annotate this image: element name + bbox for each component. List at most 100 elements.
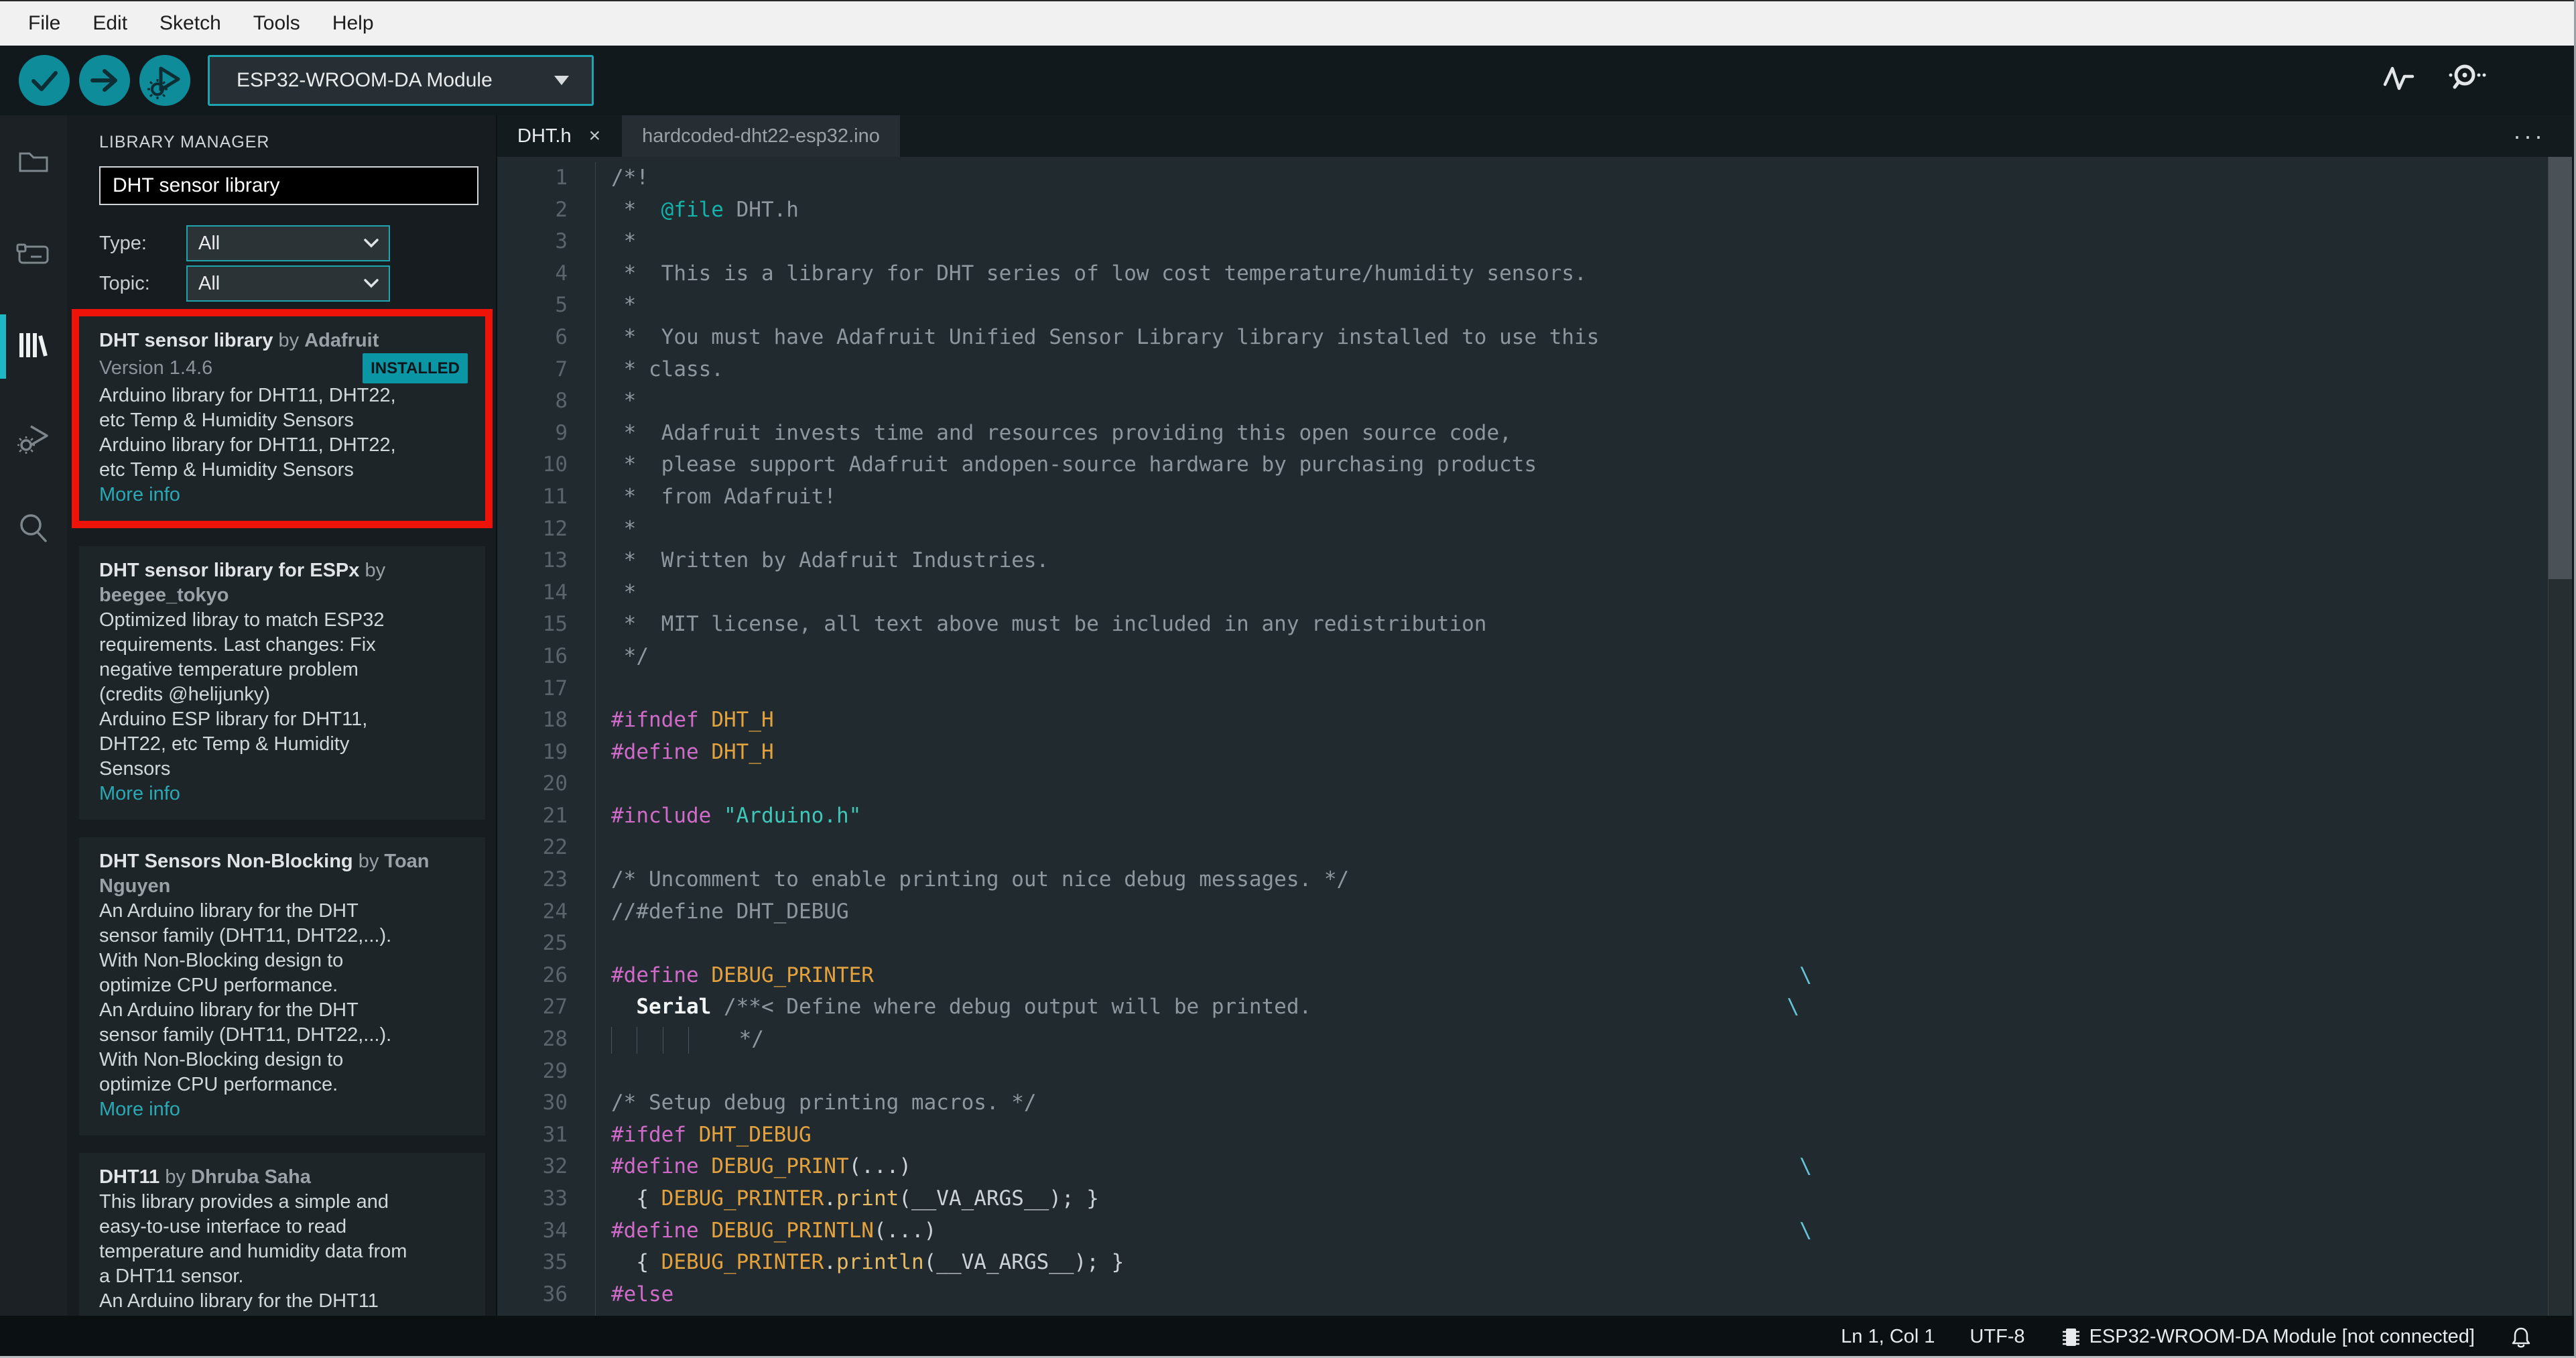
line-number: 25 (542, 931, 568, 956)
verify-button[interactable] (19, 55, 70, 106)
tab-dht-h[interactable]: DHT.h × (497, 115, 621, 157)
menu-item-tools[interactable]: Tools (237, 12, 316, 35)
library-entry[interactable]: DHT sensor library for ESPx by beegee_to… (79, 546, 485, 820)
scrollbar-thumb[interactable] (2549, 157, 2572, 579)
library-description-line: negative temperature problem (99, 659, 359, 680)
line-number: 3 (555, 229, 568, 254)
library-search-input[interactable] (99, 166, 478, 205)
sidebar-item-debug[interactable] (0, 391, 67, 483)
tab-hardcoded-dht22-esp32-ino[interactable]: hardcoded-dht22-esp32.ino (622, 115, 900, 157)
magnifier-icon (20, 513, 47, 542)
library-entry[interactable]: DHT11 by Dhruba Saha This library provide… (79, 1153, 485, 1316)
board-selector[interactable]: ESP32-WROOM-DA Module (208, 55, 594, 106)
menu-item-edit[interactable]: Edit (76, 12, 143, 35)
library-description-line: sensor family (DHT11, DHT22,...). (99, 1024, 392, 1046)
arrow-right-icon (90, 69, 117, 92)
code-line: 14 * (497, 576, 2551, 609)
debug-icon (147, 66, 180, 99)
menu-item-help[interactable]: Help (316, 12, 390, 35)
code-line: 13 * Written by Adafruit Industries. (497, 545, 2551, 577)
sidebar-item-library-manager[interactable] (0, 299, 67, 391)
line-number: 35 (542, 1250, 568, 1275)
sidebar-item-sketchbook[interactable] (0, 115, 67, 207)
code-line: 33 { DEBUG_PRINTER.print(__VA_ARGS__); } (497, 1183, 2551, 1215)
library-entry[interactable]: DHT Sensors Non-Blocking by Toan Nguyen A… (79, 837, 485, 1135)
notifications-bell-icon[interactable] (2510, 1324, 2532, 1350)
code-line: 30/* Setup debug printing macros. */ (497, 1087, 2551, 1119)
library-description-line: DHT22, etc Temp & Humidity (99, 733, 350, 755)
library-description-line: Optimized libray to match ESP32 (99, 609, 385, 631)
code-line: 28 */ (497, 1024, 2551, 1056)
line-number: 32 (542, 1154, 568, 1179)
library-description-line: Arduino library for DHT11, DHT22, (99, 385, 396, 406)
line-number: 24 (542, 899, 568, 924)
library-description-line: optimize CPU performance. (99, 1074, 338, 1095)
library-entry[interactable]: DHT sensor library by Adafruit Version 1.… (79, 316, 485, 521)
code-editor[interactable]: 1/*! 2 * @file DHT.h 3 * 4 * This is a libr… (497, 157, 2551, 1316)
type-filter-select[interactable]: All (186, 225, 390, 261)
status-bar: Ln 1, Col 1 UTF-8 ESP32-WROOM-DA Module … (0, 1316, 2574, 1356)
toolbar: ESP32-WROOM-DA Module (0, 46, 2574, 115)
line-number: 2 (555, 197, 568, 222)
library-description-line: easy-to-use interface to read (99, 1216, 347, 1237)
code-line: 4 * This is a library for DHT series of … (497, 257, 2551, 290)
serial-plotter-icon[interactable] (2381, 60, 2416, 95)
library-description-line: requirements. Last changes: Fix (99, 634, 376, 656)
library-entry-title: DHT sensor library for ESPx by beegee_to… (99, 560, 386, 606)
line-number: 11 (542, 484, 568, 509)
code-line: 2 * @file DHT.h (497, 194, 2551, 227)
line-number: 18 (542, 708, 568, 733)
line-number: 5 (555, 293, 568, 318)
topic-filter-label: Topic: (99, 272, 150, 294)
board-status[interactable]: ESP32-WROOM-DA Module [not connected] (2060, 1324, 2475, 1350)
line-number: 30 (542, 1091, 568, 1115)
library-description-line: An Arduino library for the DHT (99, 999, 359, 1021)
line-number: 15 (542, 612, 568, 637)
more-info-link[interactable]: More info (99, 483, 468, 507)
code-line: 25 (497, 928, 2551, 960)
menu-item-file[interactable]: File (12, 12, 76, 35)
code-line: 5 * (497, 290, 2551, 322)
library-description-line: a DHT11 sensor. (99, 1266, 244, 1287)
line-number: 20 (542, 771, 568, 796)
library-description-line: etc Temp & Humidity Sensors (99, 410, 354, 431)
sidebar-item-search[interactable] (0, 483, 67, 574)
library-description-line: Arduino library for DHT11, DHT22, (99, 434, 396, 456)
more-info-link[interactable]: More info (99, 782, 468, 806)
library-entry-title: DHT sensor library by Adafruit (99, 330, 379, 351)
code-line: 1/*! (497, 162, 2551, 194)
menu-bar: File Edit Sketch Tools Help (0, 0, 2574, 46)
code-line: 12 * (497, 513, 2551, 546)
code-line: 24//#define DHT_DEBUG (497, 896, 2551, 928)
editor-scrollbar[interactable] (2548, 157, 2572, 1316)
line-number: 10 (542, 452, 568, 477)
start-debugging-button[interactable] (139, 55, 190, 106)
serial-monitor-icon[interactable] (2447, 60, 2487, 95)
library-description-line: Sensors (99, 758, 171, 780)
menu-item-sketch[interactable]: Sketch (143, 12, 237, 35)
board-selector-value: ESP32-WROOM-DA Module (237, 69, 493, 91)
line-number: 28 (542, 1027, 568, 1052)
code-line: 18 #ifndef DHT_H (497, 704, 2551, 737)
more-info-link[interactable]: More info (99, 1097, 468, 1122)
code-line: 10 * please support Adafruit andopen-sou… (497, 449, 2551, 481)
code-line: 35 { DEBUG_PRINTER.println(__VA_ARGS__);… (497, 1247, 2551, 1279)
sidebar-item-boards-manager[interactable] (0, 207, 67, 299)
line-number: 7 (555, 357, 568, 381)
editor-overflow-menu[interactable]: ··· (2513, 115, 2545, 157)
check-icon (31, 71, 58, 91)
code-line: 27 Serial /**< Define where debug output… (497, 991, 2551, 1024)
encoding-indicator[interactable]: UTF-8 (1970, 1326, 2024, 1348)
code-line: 22 (497, 832, 2551, 865)
line-number: 34 (542, 1218, 568, 1243)
upload-button[interactable] (79, 55, 130, 106)
code-line: 17 (497, 672, 2551, 705)
chevron-down-icon (554, 76, 569, 85)
cursor-position[interactable]: Ln 1, Col 1 (1841, 1326, 1935, 1348)
line-number: 12 (542, 516, 568, 541)
code-line: 11 * from Adafruit! (497, 481, 2551, 513)
code-line: 6 * You must have Adafruit Unified Senso… (497, 321, 2551, 354)
code-line: 3 * (497, 226, 2551, 258)
topic-filter-select[interactable]: All (186, 265, 390, 302)
close-tab-icon[interactable]: × (589, 125, 601, 147)
